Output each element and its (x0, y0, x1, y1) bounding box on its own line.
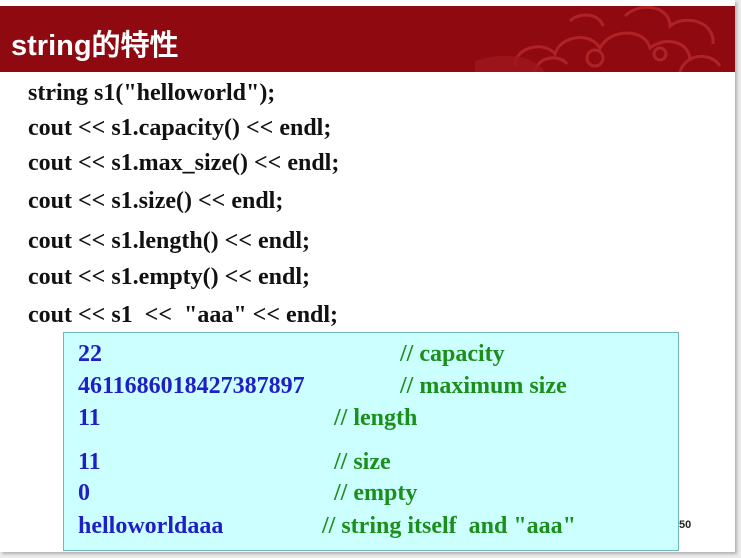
code-line: cout << s1.empty() << endl; (28, 264, 311, 290)
output-comment: // maximum size (400, 373, 567, 399)
output-value: 22 (78, 341, 102, 367)
slide-title: string的特性 (11, 30, 179, 62)
slide: string的特性 string s1("helloworld"); cout … (0, 0, 735, 552)
code-line: cout << s1.max_size() << endl; (28, 150, 340, 176)
output-value: 11 (78, 405, 101, 431)
output-comment: // empty (334, 480, 418, 506)
code-line: cout << s1.length() << endl; (28, 228, 311, 254)
page-number: 50 (679, 519, 692, 531)
code-line: cout << s1.capacity() << endl; (28, 115, 332, 141)
output-value: 11 (78, 449, 101, 475)
output-value: 0 (78, 480, 90, 506)
output-value: helloworldaaa (78, 513, 224, 539)
output-value: 4611686018427387897 (78, 373, 305, 399)
code-line: cout << s1 << "aaa" << endl; (28, 302, 339, 328)
code-line: string s1("helloworld"); (28, 80, 276, 106)
output-box: 22 // capacity 4611686018427387897 // ma… (63, 332, 679, 551)
output-comment: // length (334, 405, 418, 431)
code-line: cout << s1.size() << endl; (28, 188, 284, 214)
cloud-ornament-icon (475, 6, 722, 72)
title-bar: string的特性 (0, 6, 735, 72)
output-comment: // string itself and "aaa" (322, 513, 576, 539)
output-comment: // size (334, 449, 391, 475)
output-comment: // capacity (400, 341, 505, 367)
